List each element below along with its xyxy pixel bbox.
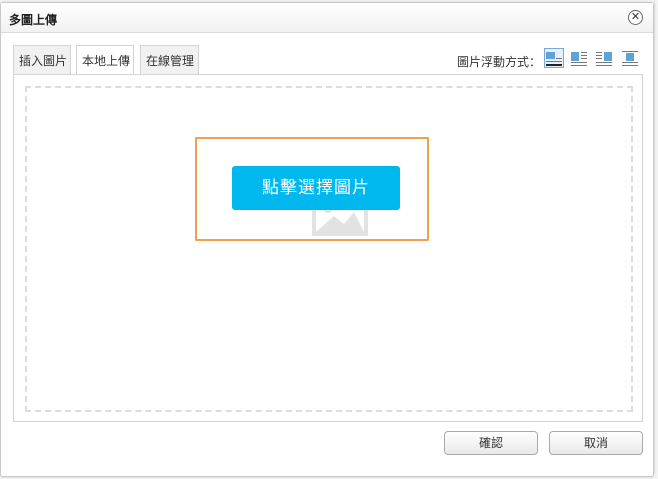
tab-online-manage[interactable]: 在線管理 [140, 45, 199, 75]
background-scrollbar [654, 0, 658, 479]
tab-local-upload[interactable]: 本地上傳 [76, 45, 134, 76]
align-right-icon[interactable] [595, 49, 613, 67]
close-icon[interactable]: ✕ [628, 10, 643, 25]
dialog-title: 多圖上傳 [9, 13, 58, 27]
pick-image-button[interactable]: 點擊選擇圖片 [232, 166, 400, 210]
cancel-button[interactable]: 取消 [549, 431, 643, 455]
tab-insert-image[interactable]: 插入圖片 [13, 45, 71, 75]
align-center-icon[interactable] [621, 49, 639, 67]
align-left-icon[interactable] [570, 49, 588, 67]
dialog-titlebar: 多圖上傳 ✕ [1, 3, 653, 33]
float-mode-label: 圖片浮動方式： [457, 55, 542, 69]
drop-zone[interactable] [25, 86, 633, 412]
upload-dialog: 多圖上傳 ✕ 插入圖片 本地上傳 在線管理 圖片浮動方式： 點擊選擇圖片 確認 … [0, 2, 654, 477]
upload-panel [13, 74, 643, 422]
align-none-icon[interactable] [544, 48, 564, 68]
confirm-button[interactable]: 確認 [444, 431, 538, 455]
